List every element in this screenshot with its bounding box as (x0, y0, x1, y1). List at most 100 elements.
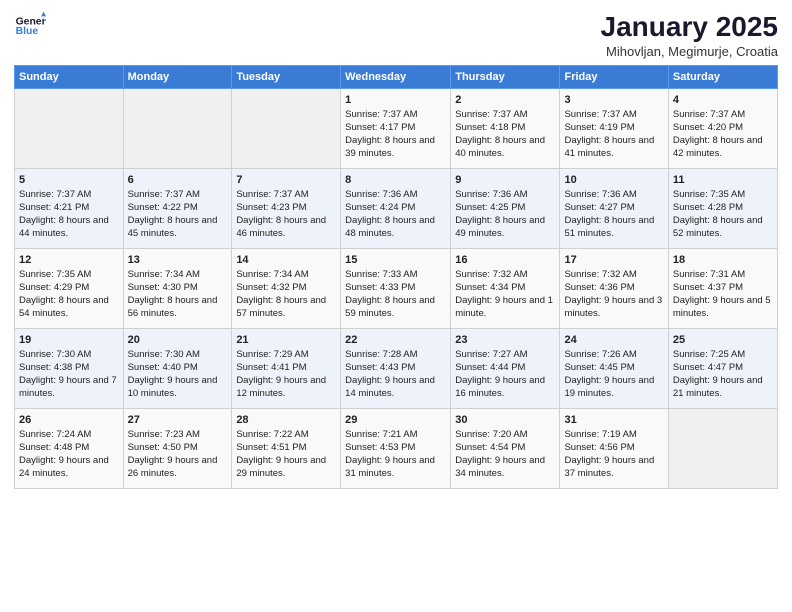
day-info: Sunrise: 7:22 AM (236, 429, 336, 442)
day-info: Sunrise: 7:30 AM (19, 349, 119, 362)
day-info: Sunrise: 7:36 AM (455, 189, 555, 202)
day-info: Sunrise: 7:21 AM (345, 429, 446, 442)
calendar-cell: 23Sunrise: 7:27 AMSunset: 4:44 PMDayligh… (451, 328, 560, 408)
calendar-cell: 9Sunrise: 7:36 AMSunset: 4:25 PMDaylight… (451, 168, 560, 248)
day-number: 23 (455, 333, 555, 348)
day-info: Sunset: 4:33 PM (345, 282, 446, 295)
day-info: Daylight: 8 hours and 57 minutes. (236, 295, 336, 321)
day-info: Sunrise: 7:31 AM (673, 269, 773, 282)
day-info: Sunset: 4:17 PM (345, 122, 446, 135)
day-info: Sunrise: 7:23 AM (128, 429, 228, 442)
col-thursday: Thursday (451, 65, 560, 88)
day-info: Sunrise: 7:34 AM (236, 269, 336, 282)
page-container: General Blue January 2025 Mihovljan, Meg… (0, 0, 792, 497)
calendar-cell: 18Sunrise: 7:31 AMSunset: 4:37 PMDayligh… (668, 248, 777, 328)
day-info: Daylight: 9 hours and 7 minutes. (19, 375, 119, 401)
calendar-cell: 24Sunrise: 7:26 AMSunset: 4:45 PMDayligh… (560, 328, 668, 408)
calendar-week-0: 1Sunrise: 7:37 AMSunset: 4:17 PMDaylight… (15, 88, 778, 168)
day-number: 26 (19, 413, 119, 428)
header: General Blue January 2025 Mihovljan, Meg… (14, 10, 778, 59)
page-subtitle: Mihovljan, Megimurje, Croatia (601, 44, 778, 59)
day-info: Daylight: 8 hours and 49 minutes. (455, 215, 555, 241)
day-info: Sunrise: 7:33 AM (345, 269, 446, 282)
day-info: Sunrise: 7:37 AM (564, 109, 663, 122)
calendar-cell (123, 88, 232, 168)
day-info: Sunset: 4:36 PM (564, 282, 663, 295)
calendar-cell: 28Sunrise: 7:22 AMSunset: 4:51 PMDayligh… (232, 408, 341, 488)
day-info: Daylight: 8 hours and 51 minutes. (564, 215, 663, 241)
day-info: Daylight: 8 hours and 52 minutes. (673, 215, 773, 241)
day-number: 17 (564, 253, 663, 268)
day-info: Daylight: 9 hours and 31 minutes. (345, 455, 446, 481)
day-info: Sunset: 4:29 PM (19, 282, 119, 295)
calendar-cell: 15Sunrise: 7:33 AMSunset: 4:33 PMDayligh… (341, 248, 451, 328)
calendar-cell: 6Sunrise: 7:37 AMSunset: 4:22 PMDaylight… (123, 168, 232, 248)
day-info: Daylight: 8 hours and 59 minutes. (345, 295, 446, 321)
day-info: Daylight: 8 hours and 39 minutes. (345, 135, 446, 161)
day-info: Sunset: 4:45 PM (564, 362, 663, 375)
day-number: 7 (236, 173, 336, 188)
calendar-cell: 5Sunrise: 7:37 AMSunset: 4:21 PMDaylight… (15, 168, 124, 248)
day-info: Daylight: 9 hours and 24 minutes. (19, 455, 119, 481)
day-number: 21 (236, 333, 336, 348)
calendar-cell: 27Sunrise: 7:23 AMSunset: 4:50 PMDayligh… (123, 408, 232, 488)
day-number: 19 (19, 333, 119, 348)
col-saturday: Saturday (668, 65, 777, 88)
calendar-cell: 10Sunrise: 7:36 AMSunset: 4:27 PMDayligh… (560, 168, 668, 248)
day-info: Sunset: 4:38 PM (19, 362, 119, 375)
calendar-cell: 21Sunrise: 7:29 AMSunset: 4:41 PMDayligh… (232, 328, 341, 408)
calendar-cell (232, 88, 341, 168)
day-info: Sunset: 4:50 PM (128, 442, 228, 455)
day-info: Sunrise: 7:24 AM (19, 429, 119, 442)
day-number: 12 (19, 253, 119, 268)
day-info: Daylight: 9 hours and 29 minutes. (236, 455, 336, 481)
day-info: Sunrise: 7:37 AM (455, 109, 555, 122)
day-info: Daylight: 9 hours and 16 minutes. (455, 375, 555, 401)
day-info: Daylight: 9 hours and 21 minutes. (673, 375, 773, 401)
calendar-cell: 20Sunrise: 7:30 AMSunset: 4:40 PMDayligh… (123, 328, 232, 408)
calendar-cell: 4Sunrise: 7:37 AMSunset: 4:20 PMDaylight… (668, 88, 777, 168)
calendar-cell: 30Sunrise: 7:20 AMSunset: 4:54 PMDayligh… (451, 408, 560, 488)
logo: General Blue (14, 10, 46, 42)
day-info: Sunset: 4:40 PM (128, 362, 228, 375)
day-info: Daylight: 8 hours and 56 minutes. (128, 295, 228, 321)
day-info: Daylight: 8 hours and 44 minutes. (19, 215, 119, 241)
day-info: Sunrise: 7:37 AM (236, 189, 336, 202)
day-info: Sunrise: 7:37 AM (128, 189, 228, 202)
calendar-week-4: 26Sunrise: 7:24 AMSunset: 4:48 PMDayligh… (15, 408, 778, 488)
day-info: Sunset: 4:30 PM (128, 282, 228, 295)
calendar-week-3: 19Sunrise: 7:30 AMSunset: 4:38 PMDayligh… (15, 328, 778, 408)
day-info: Sunset: 4:51 PM (236, 442, 336, 455)
day-info: Sunset: 4:22 PM (128, 202, 228, 215)
calendar-cell: 22Sunrise: 7:28 AMSunset: 4:43 PMDayligh… (341, 328, 451, 408)
svg-text:Blue: Blue (16, 26, 39, 37)
day-info: Daylight: 9 hours and 14 minutes. (345, 375, 446, 401)
day-number: 31 (564, 413, 663, 428)
day-info: Sunset: 4:56 PM (564, 442, 663, 455)
day-info: Sunset: 4:24 PM (345, 202, 446, 215)
col-friday: Friday (560, 65, 668, 88)
day-number: 8 (345, 173, 446, 188)
day-info: Daylight: 9 hours and 19 minutes. (564, 375, 663, 401)
day-number: 20 (128, 333, 228, 348)
calendar-cell: 3Sunrise: 7:37 AMSunset: 4:19 PMDaylight… (560, 88, 668, 168)
calendar-cell: 31Sunrise: 7:19 AMSunset: 4:56 PMDayligh… (560, 408, 668, 488)
day-info: Sunset: 4:18 PM (455, 122, 555, 135)
calendar-cell: 25Sunrise: 7:25 AMSunset: 4:47 PMDayligh… (668, 328, 777, 408)
page-title: January 2025 (601, 10, 778, 44)
day-info: Daylight: 8 hours and 42 minutes. (673, 135, 773, 161)
col-sunday: Sunday (15, 65, 124, 88)
title-block: January 2025 Mihovljan, Megimurje, Croat… (601, 10, 778, 59)
day-number: 1 (345, 93, 446, 108)
day-info: Sunset: 4:37 PM (673, 282, 773, 295)
day-info: Sunset: 4:27 PM (564, 202, 663, 215)
day-number: 5 (19, 173, 119, 188)
calendar-week-1: 5Sunrise: 7:37 AMSunset: 4:21 PMDaylight… (15, 168, 778, 248)
day-info: Sunrise: 7:34 AM (128, 269, 228, 282)
day-info: Sunset: 4:32 PM (236, 282, 336, 295)
calendar-week-2: 12Sunrise: 7:35 AMSunset: 4:29 PMDayligh… (15, 248, 778, 328)
day-number: 10 (564, 173, 663, 188)
day-info: Sunset: 4:48 PM (19, 442, 119, 455)
calendar-cell: 13Sunrise: 7:34 AMSunset: 4:30 PMDayligh… (123, 248, 232, 328)
day-info: Daylight: 9 hours and 26 minutes. (128, 455, 228, 481)
